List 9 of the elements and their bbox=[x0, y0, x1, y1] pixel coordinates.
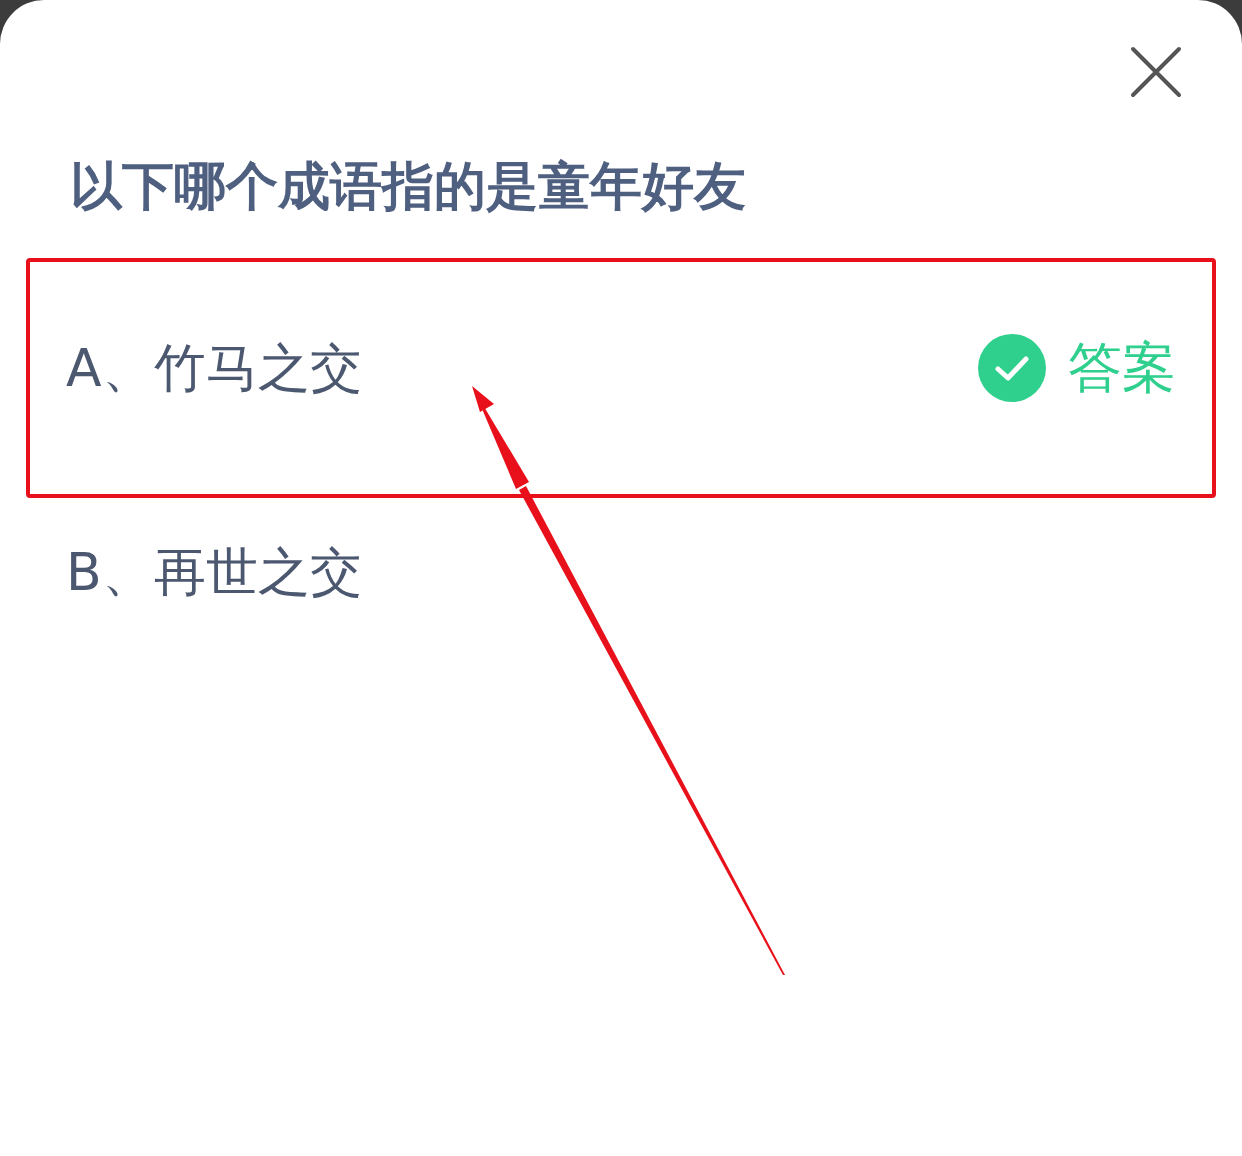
option-text: B、再世之交 bbox=[66, 542, 362, 602]
answer-label: 答案 bbox=[1068, 338, 1176, 398]
answer-option[interactable]: B、再世之交 bbox=[26, 498, 1216, 646]
close-button[interactable] bbox=[1130, 46, 1182, 98]
close-icon bbox=[1130, 46, 1182, 98]
answer-option[interactable]: A、竹马之交 答案 bbox=[26, 258, 1216, 498]
check-icon bbox=[978, 334, 1046, 402]
option-text: A、竹马之交 bbox=[66, 338, 362, 398]
question-title: 以下哪个成语指的是童年好友 bbox=[70, 155, 747, 218]
